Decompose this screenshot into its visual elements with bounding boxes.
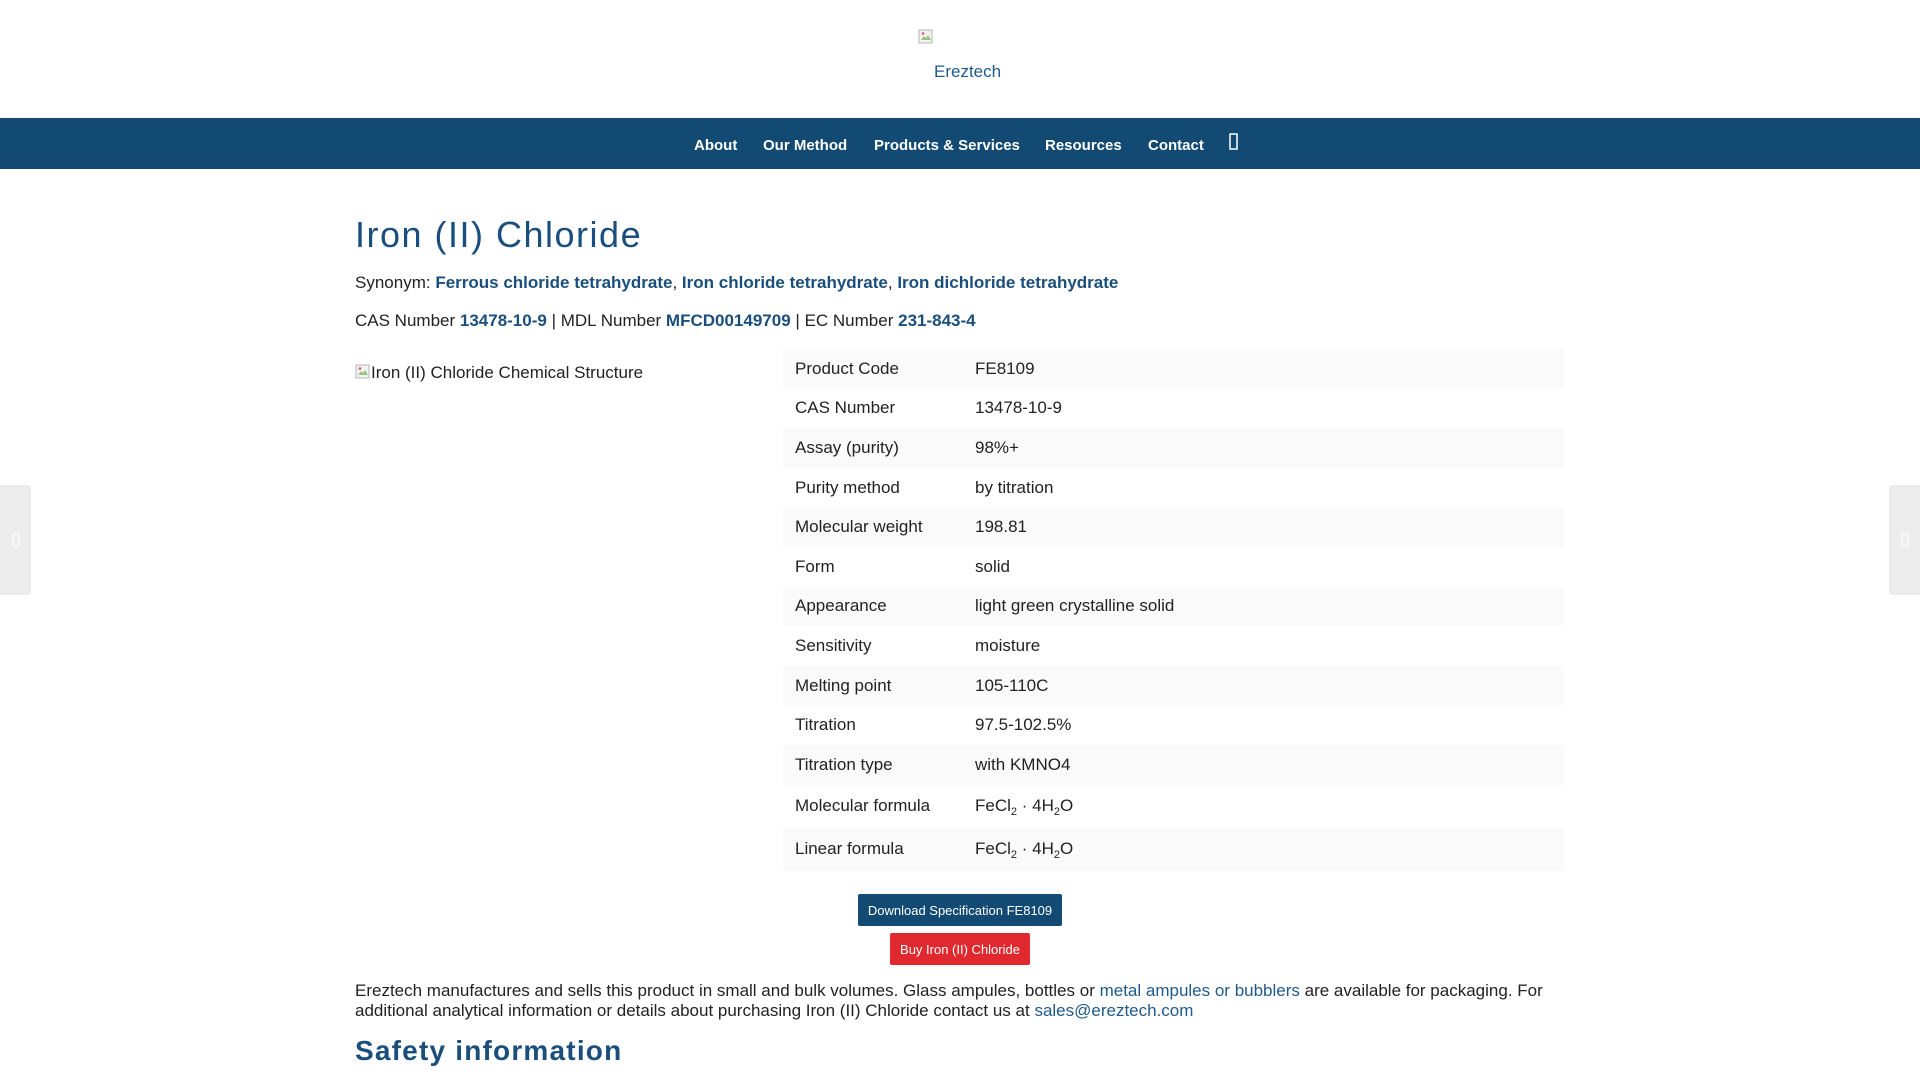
main-navigation: About Our Method Products & Services Res…	[0, 118, 1920, 169]
ec-number-link[interactable]: 231-843-4	[898, 311, 976, 330]
formula-part: · 4H	[1017, 839, 1054, 859]
table-row: Melting point 105-110C	[783, 665, 1564, 706]
broken-image-icon	[918, 29, 934, 45]
formula-part: FeCl	[975, 796, 1011, 816]
spec-value: 105-110C	[963, 665, 1564, 706]
buy-product-button[interactable]: Buy Iron (II) Chloride	[890, 933, 1030, 965]
table-row: Linear formula FeCl2 · 4H2O	[783, 827, 1564, 871]
nav-item-products-services[interactable]: Products & Services	[874, 137, 1020, 154]
spec-value-formula: FeCl2 · 4H2O	[963, 827, 1564, 871]
spec-value: 198.81	[963, 507, 1564, 547]
spec-key: Molecular formula	[795, 796, 931, 816]
spec-key: Purity method	[795, 477, 900, 497]
table-row: Form solid	[783, 547, 1564, 587]
divider: |	[795, 311, 800, 330]
spec-key: Titration	[795, 715, 856, 735]
synonym-link[interactable]: Iron chloride tetrahydrate	[682, 273, 888, 292]
previous-product-tab[interactable]	[0, 485, 31, 595]
spec-key: Product Code	[783, 349, 963, 389]
download-specification-button[interactable]: Download Specification FE8109	[858, 894, 1062, 926]
synonym-link[interactable]: Ferrous chloride tetrahydrate	[435, 273, 672, 292]
nav-item-about[interactable]: About	[694, 137, 737, 154]
synonym-separator: ,	[887, 273, 893, 292]
spec-value: light green crystalline solid	[963, 586, 1564, 627]
spec-key: Titration type	[783, 744, 963, 785]
spec-key: CAS Number	[795, 398, 896, 418]
structure-alt-text: Iron (II) Chloride Chemical Structure	[371, 363, 644, 382]
cas-label: CAS Number	[355, 311, 456, 330]
table-row: CAS Number 13478-10-9	[783, 389, 1564, 429]
sales-email-link[interactable]: sales@ereztech.com	[1034, 1001, 1193, 1020]
spec-value: solid	[975, 556, 1010, 576]
synonym-link[interactable]: Iron dichloride tetrahydrate	[897, 273, 1118, 292]
table-row: Product Code FE8109	[783, 349, 1564, 389]
spec-value: FE8109	[963, 349, 1564, 389]
formula-part: FeCl	[975, 839, 1011, 859]
nav-item-resources[interactable]: Resources	[1045, 137, 1122, 154]
synonym-label: Synonym:	[355, 273, 431, 292]
spec-key: Sensitivity	[795, 635, 872, 655]
formula-part: O	[1060, 796, 1074, 816]
product-description: Ereztech manufactures and sells this pro…	[355, 981, 1570, 1021]
table-row: Molecular weight 198.81	[783, 507, 1564, 547]
identifier-line: CAS Number 13478-10-9 | MDL Number MFCD0…	[355, 311, 976, 331]
spec-key: Form	[795, 556, 835, 576]
site-header: Ereztech	[0, 0, 1920, 118]
cas-number-link[interactable]: 13478-10-9	[460, 311, 547, 330]
packaging-link[interactable]: metal ampules or bubblers	[1100, 981, 1300, 1000]
logo-alt-text: Ereztech	[934, 62, 1002, 81]
site-logo[interactable]: Ereztech	[918, 29, 1018, 89]
specification-table: Product Code FE8109 CAS Number 13478-10-9 …	[783, 349, 1564, 871]
chevron-right-icon	[1900, 533, 1909, 547]
formula-part: · 4H	[1017, 796, 1054, 816]
spec-value: 97.5-102.5%	[975, 715, 1072, 735]
spec-key: Linear formula	[783, 827, 963, 871]
spec-key: Melting point	[783, 665, 963, 706]
spec-value: 13478-10-9	[975, 398, 1062, 418]
spec-key: Assay (purity)	[783, 428, 963, 468]
spec-value-formula: FeCl2 · 4H2O	[963, 785, 1564, 828]
chemical-structure-image: Iron (II) Chloride Chemical Structure	[355, 363, 643, 383]
formula-part: O	[1060, 839, 1074, 859]
spec-value: 98%+	[963, 428, 1564, 468]
spec-value: by titration	[975, 477, 1054, 497]
table-row: Appearance light green crystalline solid	[783, 586, 1564, 627]
table-row: Assay (purity) 98%+	[783, 428, 1564, 468]
mdl-number-link[interactable]: MFCD00149709	[666, 311, 791, 330]
spec-value: moisture	[975, 635, 1041, 655]
divider: |	[551, 311, 556, 330]
spec-value: with KMNO4	[963, 744, 1564, 785]
nav-item-contact[interactable]: Contact	[1148, 137, 1204, 154]
description-text: Ereztech manufactures and sells this pro…	[355, 981, 1100, 1000]
spec-key: Appearance	[783, 586, 963, 627]
table-row: Sensitivity moisture	[783, 626, 1564, 666]
ec-label: EC Number	[804, 311, 894, 330]
table-row: Purity method by titration	[783, 468, 1564, 508]
broken-image-icon	[355, 364, 370, 379]
search-icon[interactable]	[1229, 133, 1239, 156]
mdl-label: MDL Number	[560, 311, 662, 330]
spec-key: Molecular weight	[783, 507, 963, 547]
table-row: Molecular formula FeCl2 · 4H2O	[783, 785, 1564, 828]
synonym-line: Synonym: Ferrous chloride tetrahydrate, …	[355, 273, 1118, 293]
chevron-left-icon	[11, 533, 20, 547]
next-product-tab[interactable]	[1889, 485, 1920, 595]
table-row: Titration 97.5-102.5%	[783, 705, 1564, 745]
nav-item-our-method[interactable]: Our Method	[763, 137, 847, 154]
synonym-separator: ,	[672, 273, 678, 292]
table-row: Titration type with KMNO4	[783, 744, 1564, 785]
safety-heading: Safety information	[355, 1035, 623, 1066]
page-title: Iron (II) Chloride	[355, 214, 643, 255]
